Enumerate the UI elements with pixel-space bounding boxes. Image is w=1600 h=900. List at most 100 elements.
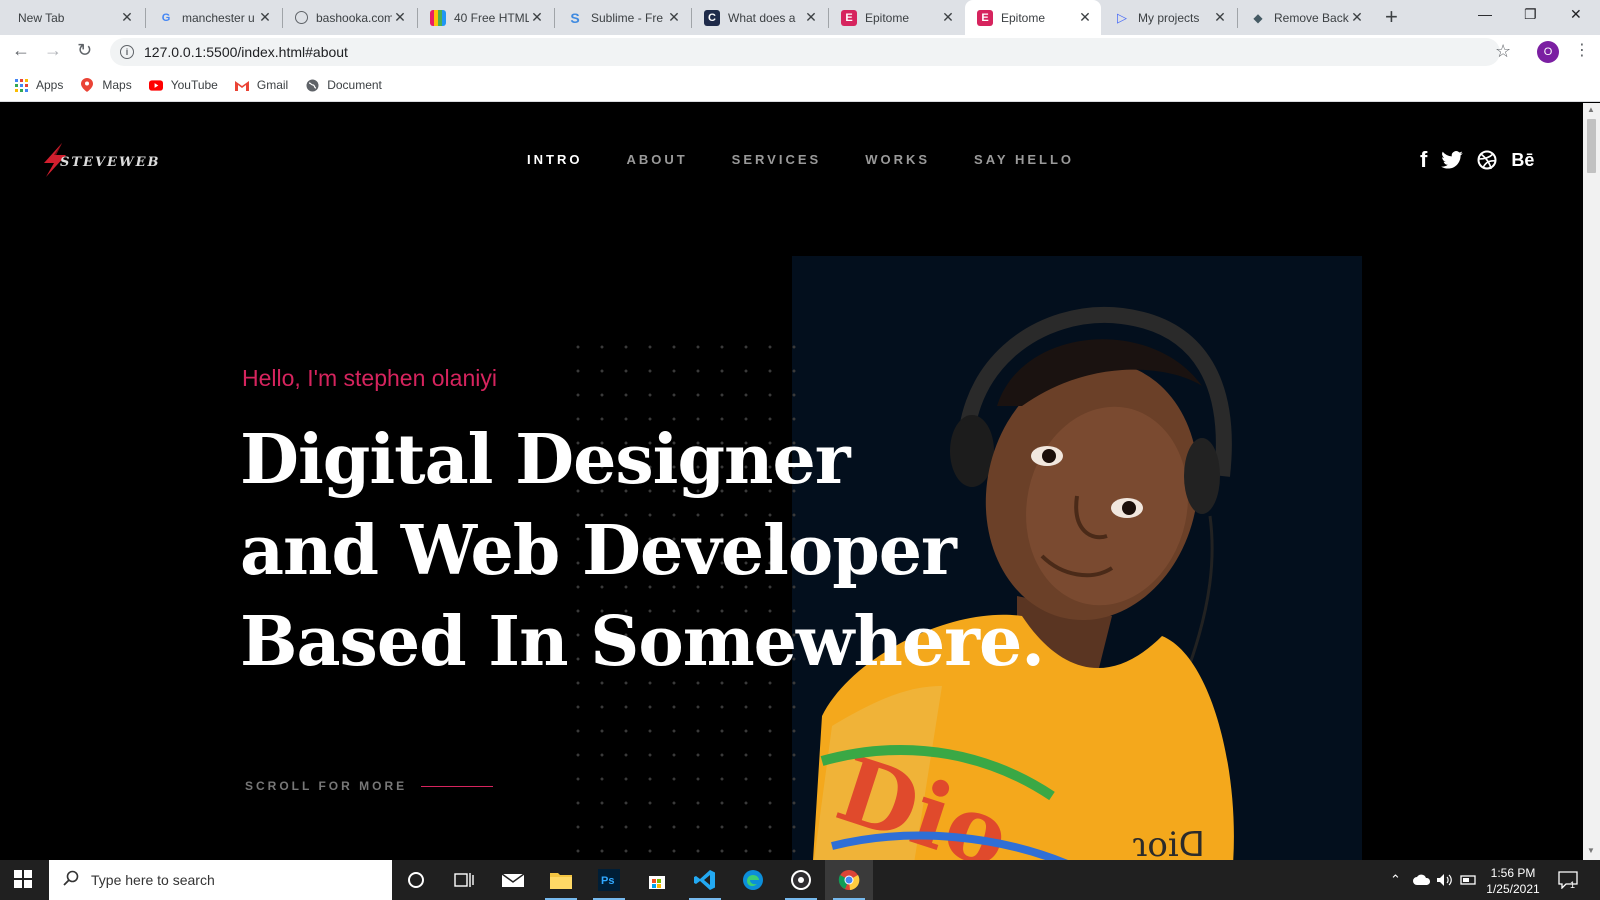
- windows-start-icon[interactable]: [14, 870, 32, 893]
- bookmark-document[interactable]: Document: [305, 78, 382, 92]
- close-icon[interactable]: ✕: [257, 9, 273, 26]
- edge-icon[interactable]: [729, 860, 777, 900]
- search-placeholder: Type here to search: [91, 872, 215, 888]
- bookmarks-bar: Apps Maps YouTube Gmail Document: [0, 69, 1600, 102]
- file-explorer-icon[interactable]: [537, 860, 585, 900]
- mail-icon[interactable]: [489, 860, 537, 900]
- bookmark-gmail[interactable]: Gmail: [234, 78, 289, 92]
- kebab-menu-icon[interactable]: ⋮: [1574, 40, 1590, 60]
- close-icon[interactable]: ✕: [1077, 9, 1093, 26]
- address-bar[interactable]: i 127.0.0.1:5500/index.html#about: [110, 38, 1500, 66]
- close-icon[interactable]: ✕: [803, 9, 819, 26]
- reload-icon[interactable]: ↻: [77, 40, 92, 61]
- main-navigation: INTRO ABOUT SERVICES WORKS SAY HELLO: [527, 152, 1118, 167]
- sublime-icon: S: [570, 9, 580, 26]
- tab-new-tab[interactable]: New Tab ✕: [0, 0, 143, 35]
- behance-icon[interactable]: Bē: [1511, 150, 1534, 171]
- scroll-up-icon[interactable]: ▲: [1587, 105, 1595, 114]
- scroll-label: SCROLL FOR MORE: [245, 779, 408, 793]
- tab-title: What does a: [728, 10, 796, 25]
- scroll-for-more-link[interactable]: SCROLL FOR MORE: [245, 779, 494, 793]
- tab-title: 40 Free HTML: [454, 10, 529, 25]
- tab-my-projects[interactable]: ▷ My projects ✕: [1102, 0, 1236, 35]
- facebook-icon[interactable]: f: [1420, 147, 1427, 173]
- bookmark-label: Gmail: [256, 78, 289, 92]
- tab-title: New Tab: [18, 10, 65, 25]
- logo-text: STEVEWEB: [60, 154, 161, 170]
- browser-toolbar: ← → ↻ i 127.0.0.1:5500/index.html#about …: [0, 35, 1600, 69]
- photoshop-icon[interactable]: Ps: [585, 860, 633, 900]
- bookmark-star-icon[interactable]: ☆: [1495, 41, 1511, 62]
- tab-google-search[interactable]: G manchester u ✕: [146, 0, 281, 35]
- minimize-icon[interactable]: —: [1478, 6, 1492, 22]
- onedrive-icon[interactable]: [1413, 860, 1431, 900]
- tab-sublime[interactable]: S Sublime - Fre ✕: [555, 0, 690, 35]
- close-icon[interactable]: ✕: [666, 9, 682, 26]
- bookmark-label: Document: [327, 78, 382, 92]
- headline-line: and Web Developer: [240, 511, 957, 591]
- apps-grid-icon: [14, 78, 28, 92]
- play-icon: ▷: [1117, 9, 1127, 25]
- taskbar-clock[interactable]: 1:56 PM 1/25/2021: [1478, 865, 1548, 897]
- cortana-icon[interactable]: [392, 860, 440, 900]
- tab-epitome[interactable]: E Epitome ✕: [829, 0, 964, 35]
- clock-date: 1/25/2021: [1486, 882, 1540, 896]
- nav-about[interactable]: ABOUT: [626, 152, 687, 167]
- google-icon: G: [161, 11, 171, 24]
- svg-text:Ps: Ps: [601, 875, 614, 887]
- scroll-down-icon[interactable]: ▼: [1587, 846, 1595, 855]
- bookmark-apps[interactable]: Apps: [14, 78, 63, 92]
- dribbble-icon[interactable]: [1477, 150, 1497, 170]
- close-icon[interactable]: ✕: [1212, 9, 1228, 26]
- close-icon[interactable]: ✕: [392, 9, 408, 26]
- vscode-icon[interactable]: [681, 860, 729, 900]
- layers-icon: ◆: [1253, 10, 1263, 25]
- tab-title: Epitome: [865, 10, 910, 25]
- epitome-icon: E: [977, 9, 993, 26]
- close-icon[interactable]: ✕: [940, 9, 956, 26]
- tab-bashooka[interactable]: bashooka.com ✕: [283, 0, 416, 35]
- clock-time: 1:56 PM: [1490, 866, 1536, 880]
- nav-services[interactable]: SERVICES: [732, 152, 822, 167]
- tab-chegg[interactable]: C What does a ✕: [692, 0, 827, 35]
- twitter-icon[interactable]: [1441, 151, 1464, 169]
- site-logo[interactable]: STEVEWEB: [40, 143, 160, 177]
- obs-icon[interactable]: [777, 860, 825, 900]
- task-view-icon[interactable]: [440, 860, 488, 900]
- globe-icon: [305, 78, 319, 92]
- bookmark-label: Maps: [102, 78, 132, 92]
- taskbar-search-box[interactable]: Type here to search: [49, 860, 392, 900]
- close-icon[interactable]: ✕: [119, 9, 135, 26]
- scrollbar-thumb[interactable]: [1587, 119, 1596, 173]
- forward-icon[interactable]: →: [44, 40, 62, 61]
- tab-title: Remove Back: [1274, 10, 1349, 25]
- action-center-icon[interactable]: 1: [1558, 860, 1578, 900]
- nav-say-hello[interactable]: SAY HELLO: [974, 152, 1074, 167]
- chegg-icon: C: [704, 9, 720, 26]
- page-scrollbar[interactable]: ▲ ▼: [1583, 103, 1600, 860]
- close-icon[interactable]: ✕: [529, 9, 545, 26]
- chevron-up-icon[interactable]: ⌃: [1390, 872, 1401, 888]
- profile-avatar[interactable]: O: [1537, 41, 1559, 63]
- info-icon[interactable]: i: [120, 45, 134, 59]
- tab-free-html[interactable]: 40 Free HTML ✕: [418, 0, 553, 35]
- svg-text:ɿoiᗡ: ɿoiᗡ: [1132, 825, 1205, 860]
- social-links: f Bē: [1420, 147, 1548, 173]
- bookmark-youtube[interactable]: YouTube: [148, 78, 218, 92]
- tab-remove-bg[interactable]: ◆ Remove Back ✕: [1238, 0, 1373, 35]
- close-icon[interactable]: ✕: [1349, 9, 1365, 26]
- nav-intro[interactable]: INTRO: [527, 152, 582, 167]
- nav-works[interactable]: WORKS: [865, 152, 930, 167]
- new-tab-icon[interactable]: +: [1385, 4, 1398, 30]
- back-icon[interactable]: ←: [12, 40, 30, 61]
- network-icon[interactable]: [1460, 860, 1476, 900]
- bookmark-maps[interactable]: Maps: [80, 78, 132, 92]
- store-icon[interactable]: [633, 860, 681, 900]
- volume-icon[interactable]: [1436, 860, 1454, 900]
- restore-icon[interactable]: ❐: [1524, 6, 1537, 23]
- show-hidden-icons[interactable]: ⌃: [1390, 860, 1401, 900]
- tab-epitome-active[interactable]: E Epitome ✕: [965, 0, 1101, 35]
- close-window-icon[interactable]: ✕: [1570, 6, 1582, 23]
- chrome-icon[interactable]: [825, 860, 873, 900]
- tab-title: Sublime - Fre: [591, 10, 664, 25]
